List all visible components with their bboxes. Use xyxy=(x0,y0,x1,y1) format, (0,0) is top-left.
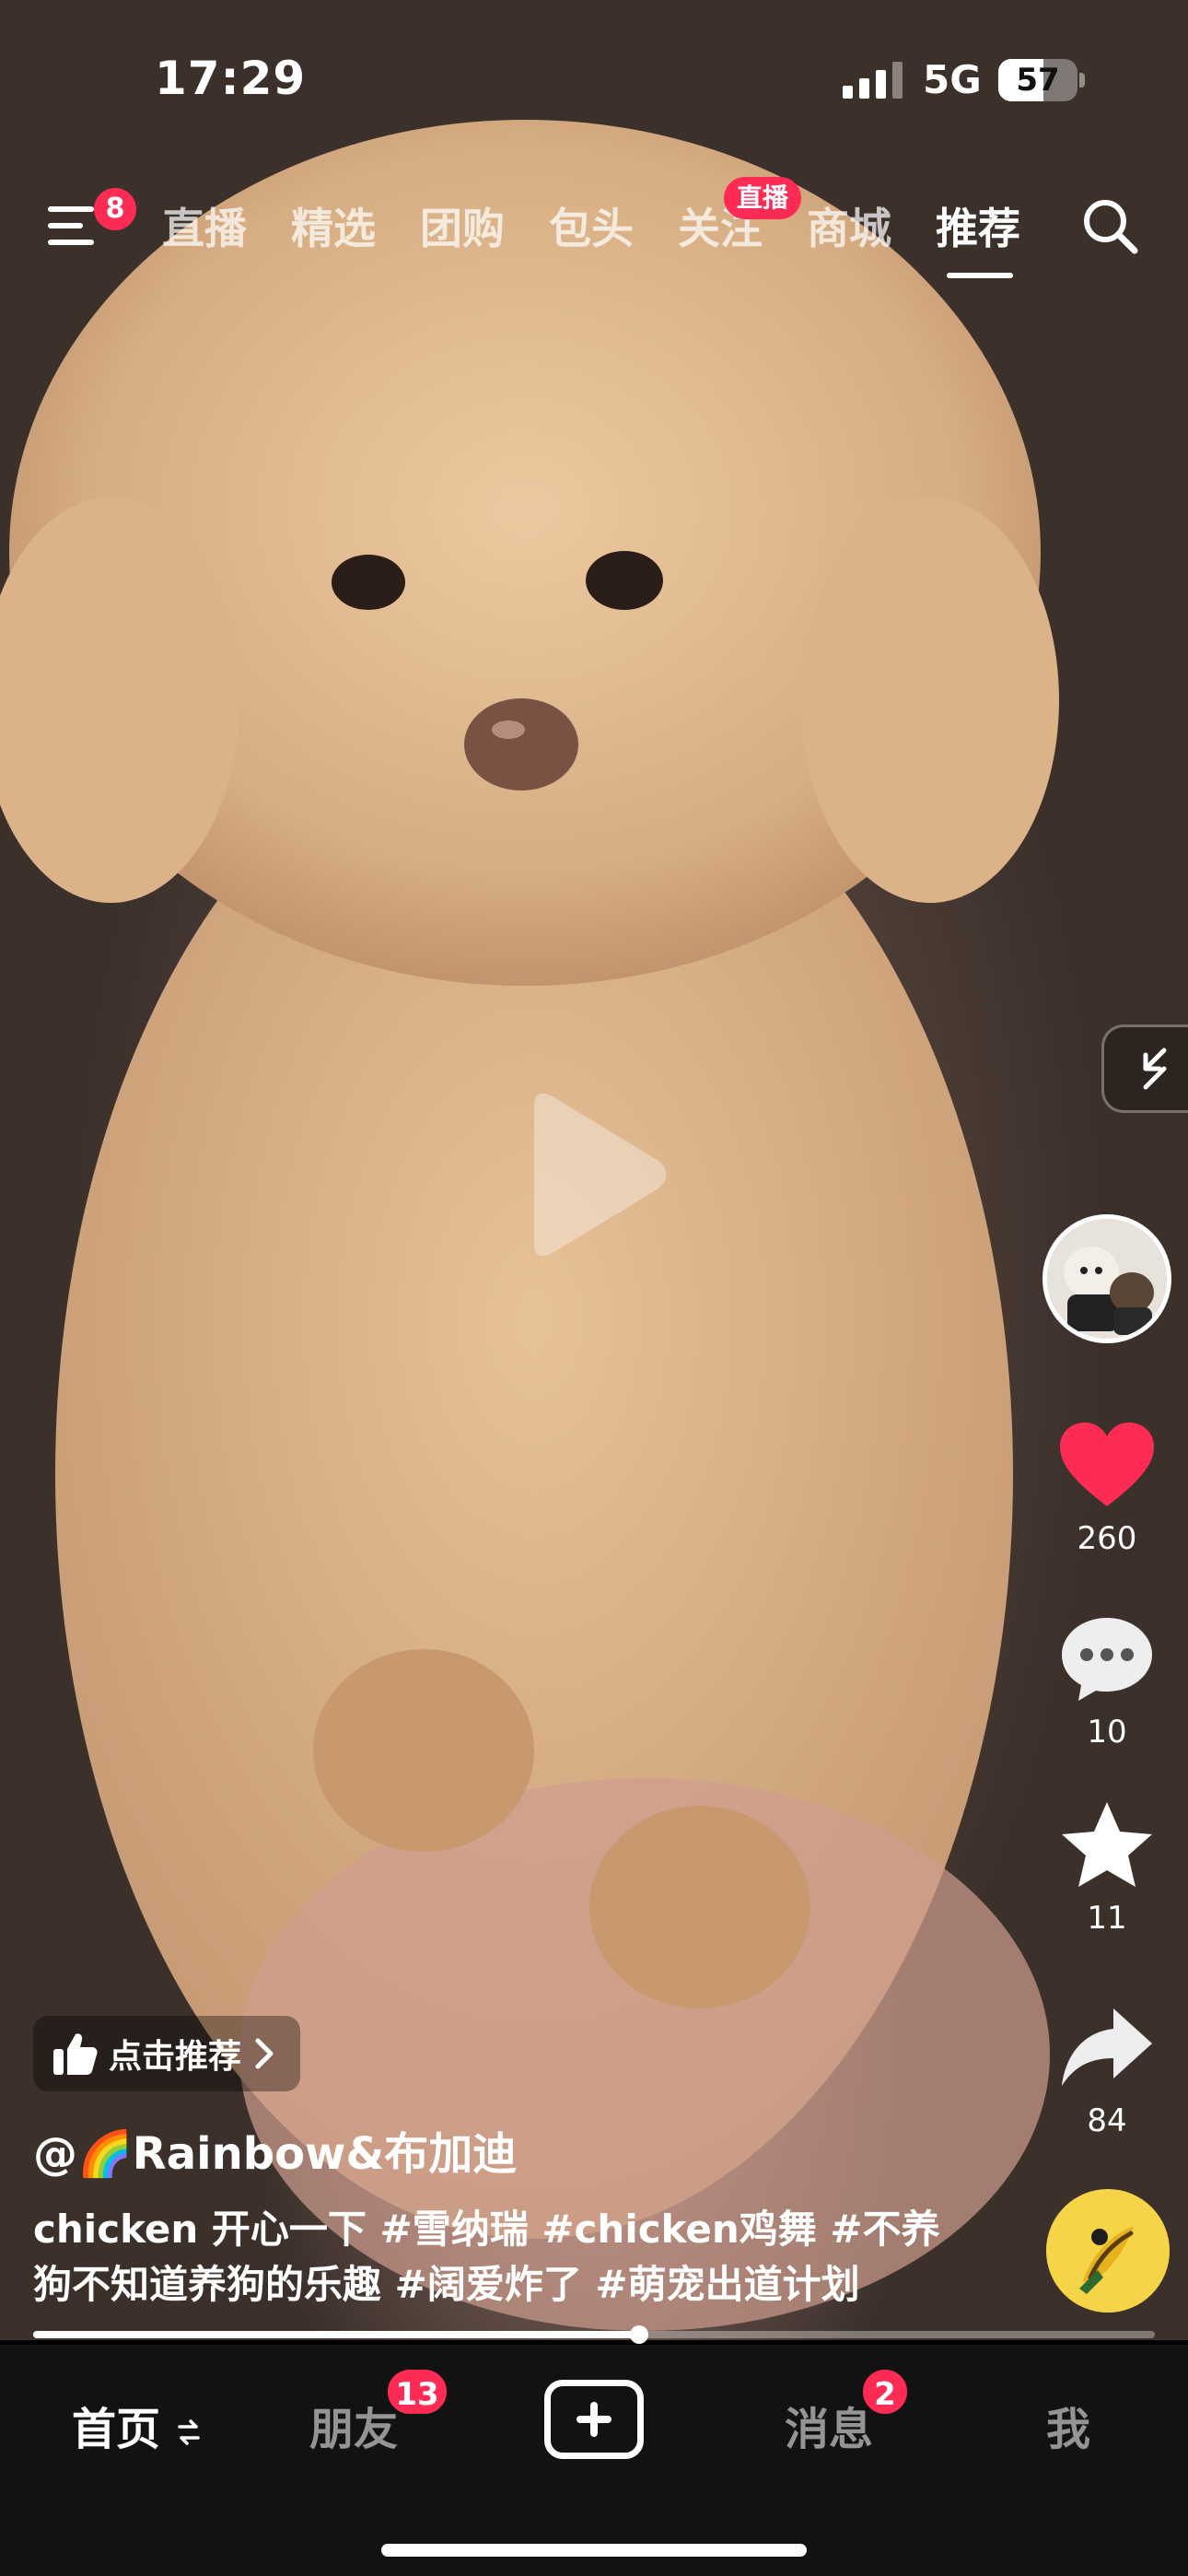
recommend-label: 点击推荐 xyxy=(109,2038,242,2076)
top-nav: 8 直播 精选 团购 包头 关注 直播 商城 推荐 xyxy=(0,166,1188,295)
video-caption[interactable]: chicken 开心一下 #雪纳瑞 #chicken鸡舞 #不养 狗不知道养狗的… xyxy=(33,2202,991,2313)
tab-mall[interactable]: 商城 xyxy=(807,195,891,256)
chevron-right-icon xyxy=(255,2038,274,2069)
tab-messages[interactable]: 消息 xyxy=(785,2393,873,2457)
tab-messages-label: 消息 xyxy=(785,2404,874,2455)
battery-icon: 57 xyxy=(998,59,1077,101)
favorite-count: 11 xyxy=(1087,1900,1127,1937)
collapse-button[interactable] xyxy=(1101,1025,1188,1113)
tab-recommend[interactable]: 推荐 xyxy=(936,195,1020,256)
author-avatar[interactable] xyxy=(1042,1214,1171,1343)
progress-knob[interactable] xyxy=(629,2325,648,2344)
caption-line: chicken 开心一下 #雪纳瑞 #chicken鸡舞 #不养 xyxy=(33,2207,940,2252)
signal-icon xyxy=(843,62,903,99)
share-icon xyxy=(1062,2008,1152,2086)
comment-button[interactable]: 10 xyxy=(1052,1612,1162,1751)
battery-percent: 57 xyxy=(1016,62,1060,99)
caption-line: 狗不知道养狗的乐趣 #阔爱炸了 #萌宠出道计划 xyxy=(33,2262,860,2307)
music-disc-icon xyxy=(1046,2189,1170,2313)
progress-fill xyxy=(33,2331,639,2338)
tab-featured[interactable]: 精选 xyxy=(291,195,376,256)
messages-badge: 2 xyxy=(860,2367,910,2417)
heart-icon xyxy=(1060,1423,1154,1506)
tab-home[interactable]: 首页 xyxy=(72,2393,202,2457)
menu-button[interactable]: 8 xyxy=(44,188,136,258)
tab-friends[interactable]: 朋友 xyxy=(309,2393,398,2457)
battery-tip xyxy=(1079,73,1085,88)
author-name[interactable]: @🌈Rainbow&布加迪 xyxy=(33,2117,517,2182)
following-live-tag: 直播 xyxy=(724,177,802,219)
tab-friends-label: 朋友 xyxy=(309,2404,399,2455)
menu-badge: 8 xyxy=(94,188,136,230)
avatar-image xyxy=(1047,1219,1167,1339)
tab-live[interactable]: 直播 xyxy=(162,195,247,256)
tab-group-buy[interactable]: 团购 xyxy=(420,195,505,256)
like-count: 260 xyxy=(1077,1520,1137,1557)
like-button[interactable]: 260 xyxy=(1052,1419,1162,1557)
network-type: 5G xyxy=(923,57,982,102)
plus-icon xyxy=(577,2402,611,2437)
share-count: 84 xyxy=(1087,2102,1127,2139)
comment-icon xyxy=(1062,1618,1152,1701)
share-button[interactable]: 84 xyxy=(1052,2001,1162,2139)
favorite-button[interactable]: 11 xyxy=(1052,1798,1162,1937)
status-time: 17:29 xyxy=(155,52,307,105)
recommend-button[interactable]: 点击推荐 xyxy=(33,2016,301,2091)
status-bar: 17:29 5G 57 xyxy=(0,0,1188,157)
active-tab-indicator xyxy=(947,273,1013,278)
tab-local[interactable]: 包头 xyxy=(549,195,634,256)
collapse-icon xyxy=(1143,1048,1167,1090)
friends-badge: 13 xyxy=(385,2367,449,2417)
bottom-tab-bar: 首页 朋友 13 消息 2 我 xyxy=(0,2345,1188,2576)
add-button[interactable] xyxy=(544,2380,644,2459)
home-indicator xyxy=(381,2544,807,2557)
video-progress-bar[interactable] xyxy=(33,2325,1155,2344)
search-icon xyxy=(1084,200,1138,254)
tab-home-label: 首页 xyxy=(72,2404,161,2455)
search-button[interactable] xyxy=(1077,193,1142,258)
music-disc[interactable] xyxy=(1046,2189,1170,2313)
star-icon xyxy=(1062,1802,1152,1887)
tab-me[interactable]: 我 xyxy=(1046,2393,1090,2457)
tab-me-label: 我 xyxy=(1046,2404,1091,2455)
comment-count: 10 xyxy=(1087,1714,1127,1751)
swap-icon xyxy=(177,2419,200,2445)
play-icon[interactable] xyxy=(516,1087,672,1262)
thumbs-up-icon xyxy=(53,2033,98,2075)
